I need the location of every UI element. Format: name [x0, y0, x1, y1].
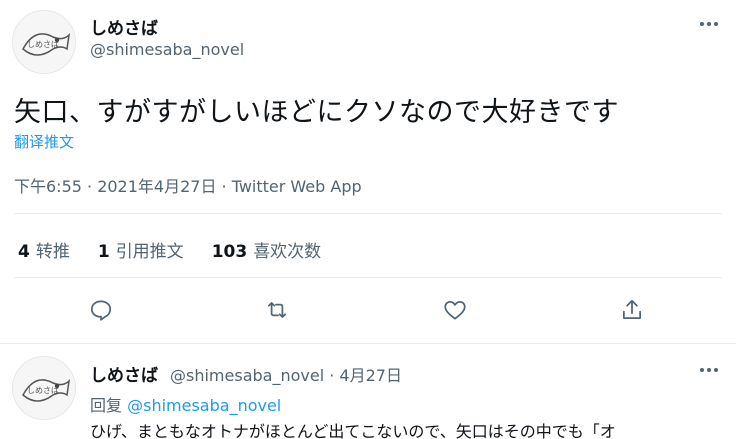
- quotes-count: 1: [97, 242, 110, 262]
- likes-stat[interactable]: 103 喜欢次数: [212, 237, 322, 262]
- reply-to-line: 回复 @shimesaba_novel: [90, 392, 281, 416]
- retweet-button[interactable]: [260, 293, 294, 327]
- reply-handle-text[interactable]: @shimesaba_novel: [170, 366, 324, 385]
- divider: [0, 343, 736, 344]
- reply-more-icon[interactable]: [694, 360, 724, 380]
- author-handle[interactable]: @shimesaba_novel: [90, 40, 244, 59]
- tweet-page: しめさば しめさば @shimesaba_novel 矢口、すがすがしいほどにク…: [0, 0, 736, 439]
- divider: [14, 277, 722, 278]
- author-avatar[interactable]: しめさば: [12, 10, 76, 74]
- like-icon: [444, 301, 466, 320]
- reply-date[interactable]: · 4月27日: [329, 366, 402, 385]
- svg-text:しめさば: しめさば: [27, 40, 59, 49]
- retweets-stat[interactable]: 4 转推: [18, 237, 70, 262]
- like-button[interactable]: [438, 293, 472, 327]
- reply-author-avatar[interactable]: しめさば: [12, 356, 76, 420]
- reply-tweet-text: ひげ、まともなオトナがほとんど出てこないので、矢口はその中でも「オ: [90, 422, 616, 439]
- reply-author-name[interactable]: しめさば: [90, 361, 158, 386]
- tweet-stats: 4 转推 1 引用推文 103 喜欢次数: [18, 237, 321, 262]
- fish-logo-icon: しめさば: [13, 357, 75, 419]
- reply-button[interactable]: [84, 293, 118, 327]
- tweet-timestamp[interactable]: 下午6:55 · 2021年4月27日 · Twitter Web App: [14, 173, 362, 197]
- more-icon[interactable]: [694, 14, 724, 34]
- tweet-text: 矢口、すがすがしいほどにクソなので大好きです: [14, 97, 619, 128]
- reply-prefix: 回复: [90, 396, 123, 415]
- share-icon: [623, 299, 641, 319]
- quotes-label: 引用推文: [115, 242, 184, 262]
- svg-text:しめさば: しめさば: [27, 386, 59, 395]
- reply-icon: [90, 300, 112, 321]
- reply-to-handle-link[interactable]: @shimesaba_novel: [127, 396, 281, 415]
- retweets-label: 转推: [35, 242, 70, 262]
- retweets-count: 4: [18, 242, 30, 262]
- fish-logo-icon: しめさば: [13, 11, 75, 73]
- reply-author-handle: @shimesaba_novel · 4月27日: [170, 362, 402, 386]
- divider: [14, 213, 722, 214]
- share-button[interactable]: [615, 293, 649, 327]
- author-name[interactable]: しめさば: [90, 14, 158, 39]
- retweet-icon: [268, 302, 286, 318]
- quotes-stat[interactable]: 1 引用推文: [98, 237, 184, 262]
- likes-label: 喜欢次数: [253, 242, 322, 262]
- likes-count: 103: [211, 242, 248, 262]
- translate-link[interactable]: 翻译推文: [14, 131, 74, 152]
